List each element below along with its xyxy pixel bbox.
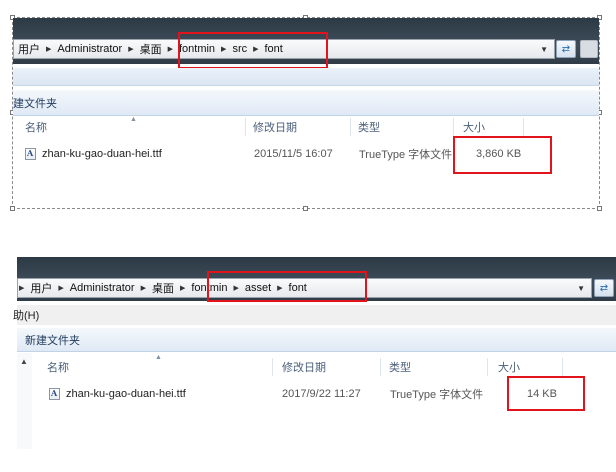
refresh-button[interactable]: ⇄ [594, 279, 614, 297]
column-divider[interactable] [453, 118, 454, 136]
collapse-icon[interactable]: ▲ [20, 357, 28, 366]
column-header-size[interactable]: 大小 [498, 359, 520, 375]
toolbar-strip [13, 68, 599, 86]
file-type: TrueType 字体文件 [390, 389, 484, 401]
chevron-down-icon[interactable]: ▼ [577, 284, 585, 293]
resize-handle-bc[interactable] [303, 206, 308, 211]
explorer-window-src-font: 用户 ▶ Administrator ▶ 桌面 ▶ fontmin ▶ src … [0, 0, 616, 230]
breadcrumb-item-users[interactable]: 用户 [18, 41, 40, 57]
refresh-icon: ⇄ [561, 43, 571, 55]
highlight-path-box [178, 32, 328, 69]
refresh-button[interactable]: ⇄ [556, 40, 576, 58]
new-folder-button[interactable]: 新建文件夹 [25, 332, 80, 348]
file-type: TrueType 字体文件 [359, 149, 453, 161]
column-divider[interactable] [562, 358, 563, 376]
column-divider[interactable] [380, 358, 381, 376]
file-modified: 2017/9/22 11:27 [282, 388, 361, 400]
breadcrumb-arrow-icon[interactable]: ▶ [168, 45, 173, 53]
column-header-name[interactable]: 名称 [47, 359, 69, 375]
navigation-pane[interactable]: ▲ [17, 353, 32, 449]
menu-bar: 助(H) [13, 305, 616, 325]
breadcrumb-item-desktop[interactable]: 桌面 [152, 280, 174, 296]
breadcrumb-item-users[interactable]: 用户 [30, 280, 52, 296]
sort-ascending-icon: ▲ [130, 116, 137, 123]
column-header-type[interactable]: 类型 [389, 359, 411, 375]
breadcrumb-item-desktop[interactable]: 桌面 [140, 41, 162, 57]
column-divider[interactable] [350, 118, 351, 136]
sort-ascending-icon: ▲ [155, 354, 162, 361]
column-header-row: 名称 ▲ 修改日期 类型 大小 [32, 354, 616, 376]
chevron-down-icon[interactable]: ▼ [540, 45, 548, 54]
resize-handle-bl[interactable] [10, 206, 15, 211]
column-divider[interactable] [272, 358, 273, 376]
font-file-icon [25, 148, 36, 160]
breadcrumb-arrow-icon[interactable]: ▶ [128, 45, 133, 53]
resize-handle-br[interactable] [597, 206, 602, 211]
column-divider[interactable] [487, 358, 488, 376]
column-header-size[interactable]: 大小 [463, 119, 485, 135]
search-box-edge[interactable] [580, 40, 598, 58]
column-header-type[interactable]: 类型 [358, 119, 380, 135]
file-name[interactable]: zhan-ku-gao-duan-hei.ttf [66, 388, 186, 400]
font-file-icon [49, 388, 60, 400]
highlight-size-box [453, 136, 552, 174]
column-header-name[interactable]: 名称 [25, 119, 47, 135]
breadcrumb-arrow-icon[interactable]: ▶ [19, 284, 24, 292]
highlight-size-box [507, 376, 585, 411]
breadcrumb-arrow-icon[interactable]: ▶ [58, 284, 63, 292]
column-header-row: 名称 ▲ 修改日期 类型 大小 [13, 116, 599, 136]
breadcrumb-arrow-icon[interactable]: ▶ [46, 45, 51, 53]
new-folder-button[interactable]: 建文件夹 [13, 95, 57, 111]
menu-help[interactable]: 助(H) [13, 307, 39, 323]
file-modified: 2015/11/5 16:07 [254, 148, 333, 160]
column-header-modified[interactable]: 修改日期 [253, 119, 297, 135]
command-bar: 新建文件夹 [17, 328, 616, 352]
breadcrumb-item-administrator[interactable]: Administrator [70, 282, 135, 294]
column-divider[interactable] [245, 118, 246, 136]
highlight-path-box [207, 271, 367, 302]
column-header-modified[interactable]: 修改日期 [282, 359, 326, 375]
breadcrumb-arrow-icon[interactable]: ▶ [180, 284, 185, 292]
column-divider[interactable] [523, 118, 524, 136]
file-name[interactable]: zhan-ku-gao-duan-hei.ttf [42, 148, 162, 160]
breadcrumb-arrow-icon[interactable]: ▶ [141, 284, 146, 292]
command-bar: 建文件夹 [13, 90, 599, 116]
breadcrumb-item-administrator[interactable]: Administrator [57, 43, 122, 55]
refresh-icon: ⇄ [599, 282, 609, 294]
